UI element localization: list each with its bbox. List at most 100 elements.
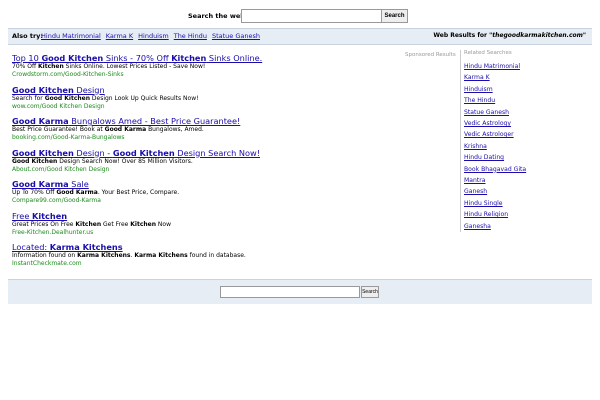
text-segment: Design - (73, 147, 113, 158)
text-segment: Karma Kitchens (49, 242, 123, 252)
text-segment: Good Kitchen (12, 157, 58, 165)
related-search-link[interactable]: Karma K (464, 72, 550, 83)
also-try-link[interactable]: Karma K (106, 32, 133, 40)
result-item: Good Karma Bungalows Amed - Best Price G… (12, 116, 392, 141)
text-segment: Karma Kitchens (77, 252, 131, 259)
text-segment: Kitchen (130, 220, 157, 228)
related-search-link[interactable]: Hindu Matrimonial (464, 61, 550, 72)
result-description: Great Prices On Free Kitchen Get Free Ki… (12, 221, 392, 229)
related-search-link[interactable]: Hindu Dating (464, 152, 550, 163)
text-segment: Good Karma (104, 126, 147, 133)
text-segment: Get Free (101, 220, 131, 228)
result-item: Good Kitchen Design - Good Kitchen Desig… (12, 148, 392, 173)
text-segment: Kitchen (31, 210, 68, 221)
bottom-search-button[interactable]: Search (361, 286, 379, 298)
result-item: Top 10 Good Kitchen Sinks - 70% Off Kitc… (12, 53, 392, 78)
text-segment: Free (12, 210, 32, 221)
related-search-link[interactable]: Mantra (464, 175, 550, 186)
result-url[interactable]: Compare99.com/Good-Karma (12, 197, 392, 204)
text-segment: Good Karma (12, 116, 69, 126)
also-try-link[interactable]: Hinduism (138, 32, 169, 40)
related-links: Hindu Matrimonial Karma K Hinduism The Hind… (464, 61, 550, 232)
result-title-link[interactable]: Good Karma Sale (12, 179, 89, 189)
related-search-link[interactable]: Hindu Religion (464, 209, 550, 220)
result-description: 70% Off Kitchen Sinks Online. Lowest Pri… (12, 63, 392, 71)
text-segment: Good Kitchen (12, 147, 74, 158)
text-segment: 70% Off (12, 63, 39, 70)
also-try-link[interactable]: Statue Ganesh (212, 32, 260, 40)
related-search-link[interactable]: Statue Ganesh (464, 107, 550, 118)
text-segment: Sinks - 70% Off (103, 53, 172, 63)
text-segment: . Your Best Price, Compare. (97, 189, 180, 196)
result-description: Up To 70% Off Good Karma. Your Best Pric… (12, 189, 392, 197)
result-title-link[interactable]: Good Karma Bungalows Amed - Best Price G… (12, 116, 240, 126)
result-url[interactable]: booking.com/Good-Karma-Bungalows (12, 134, 392, 141)
related-search-link[interactable]: Book Bhagavad Gita (464, 164, 550, 175)
text-segment: Now (156, 220, 171, 228)
also-try-links: Hindu Matrimonial Karma K Hinduism The Hind… (41, 32, 265, 40)
result-url[interactable]: InstantCheckmate.com (12, 260, 392, 267)
result-description: Search for Good Kitchen Design Look Up Q… (12, 95, 392, 103)
result-item: Good Karma Sale Up To 70% Off Good Karma.… (12, 179, 392, 204)
text-segment: Search for (12, 94, 45, 102)
text-segment: Information found on (12, 252, 78, 259)
result-description: Best Price Guarantee! Book at Good Karma… (12, 126, 392, 134)
text-segment: Kitchen (171, 53, 207, 63)
also-try-label: Also try: (12, 32, 44, 40)
result-url[interactable]: About.com/Good Kitchen Design (12, 166, 392, 173)
text-segment: Kitchen (75, 220, 102, 228)
text-segment: Located: (12, 242, 50, 252)
related-search-link[interactable]: The Hindu (464, 95, 550, 106)
text-segment: Great Prices On Free (12, 220, 76, 228)
text-segment: Design Look Up Quick Results Now! (89, 94, 199, 102)
text-segment: Sale (68, 179, 89, 189)
text-segment: Good Kitchen (12, 84, 74, 95)
result-title-link[interactable]: Good Kitchen Design (12, 85, 105, 95)
related-search-link[interactable]: Vedic Astrologer (464, 129, 550, 140)
text-segment: Best Price Guarantee! Book at (12, 126, 105, 133)
search-button[interactable]: Search (381, 9, 408, 23)
result-description: Good Kitchen Design Search Now! Over 85 … (12, 158, 392, 166)
text-segment: Bungalows, Amed. (146, 126, 204, 133)
results-list: Top 10 Good Kitchen Sinks - 70% Off Kitc… (12, 53, 392, 274)
text-segment: Design (73, 84, 105, 95)
text-segment: Up To 70% Off (12, 189, 57, 196)
search-label: Search the web: (188, 12, 248, 20)
text-segment: Bungalows Amed - Best Price Guarantee! (68, 116, 241, 126)
result-title-link[interactable]: Located: Karma Kitchens (12, 242, 123, 252)
text-segment: Design Search Now! (174, 147, 260, 158)
result-url[interactable]: Free-Kitchen.Dealhunter.us (12, 229, 392, 236)
result-url[interactable]: wow.com/Good Kitchen Design (12, 103, 392, 110)
text-segment: found in database. (187, 252, 246, 259)
result-title-link[interactable]: Free Kitchen (12, 211, 67, 221)
text-segment: Top 10 (12, 53, 42, 63)
result-title-link[interactable]: Top 10 Good Kitchen Sinks - 70% Off Kitc… (12, 53, 262, 63)
related-search-link[interactable]: Ganesh (464, 186, 550, 197)
text-segment: Good Kitchen (41, 53, 104, 63)
top-search-bar: Search the web: Search (0, 9, 600, 25)
related-searches: Related Searches Hindu Matrimonial Karma … (460, 50, 550, 233)
also-try-bar: Also try: Hindu Matrimonial Karma K Hindui… (8, 28, 592, 45)
related-search-link[interactable]: Krishna (464, 141, 550, 152)
text-segment: Good Karma (56, 189, 98, 196)
result-description: Information found on Karma Kitchens. Kar… (12, 252, 392, 260)
related-search-link[interactable]: Vedic Astrology (464, 118, 550, 129)
bottom-search-input[interactable] (220, 286, 360, 298)
text-segment: Sinks Online. Lowest Prices Listed - Sav… (63, 63, 206, 70)
text-segment: Design Search Now! Over 85 Million Visit… (57, 157, 193, 165)
text-segment: Good Kitchen (44, 94, 90, 102)
result-item: Free Kitchen Great Prices On Free Kitchen… (12, 211, 392, 236)
related-search-link[interactable]: Ganesha (464, 221, 550, 232)
result-url[interactable]: Crowdstorm.com/Good-Kitchen-Sinks (12, 71, 392, 78)
also-try-link[interactable]: The Hindu (174, 32, 207, 40)
related-search-link[interactable]: Hinduism (464, 84, 550, 95)
related-search-link[interactable]: Hindu Single (464, 198, 550, 209)
result-item: Located: Karma Kitchens Information found… (12, 242, 392, 267)
search-input[interactable] (241, 9, 383, 23)
related-heading: Related Searches (464, 50, 512, 56)
also-try-link[interactable]: Hindu Matrimonial (41, 32, 101, 40)
text-segment: Good Karma (12, 179, 69, 189)
result-title-link[interactable]: Good Kitchen Design - Good Kitchen Desig… (12, 148, 260, 158)
text-segment: Karma Kitchens (134, 252, 188, 259)
text-segment: Kitchen (38, 63, 64, 70)
